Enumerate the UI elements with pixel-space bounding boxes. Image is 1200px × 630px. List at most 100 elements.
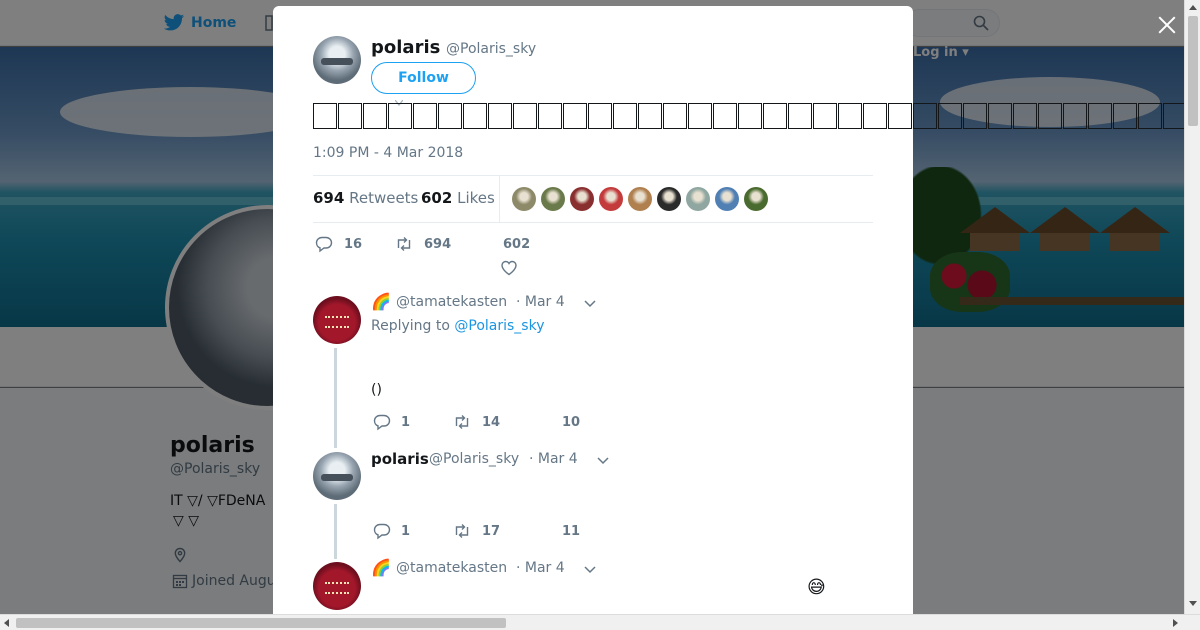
missing-glyph-box: [438, 102, 462, 129]
missing-glyph-box: [713, 102, 737, 129]
scroll-left-arrow-icon[interactable]: [4, 619, 9, 627]
like-count: 10: [562, 415, 581, 430]
liker-avatar[interactable]: [599, 187, 623, 211]
missing-glyph-box: [663, 102, 687, 129]
missing-glyph-box: [788, 102, 812, 129]
missing-glyph-box: [913, 102, 937, 129]
reply-author-emoji[interactable]: 🌈: [371, 292, 391, 311]
liker-avatar[interactable]: [541, 187, 565, 211]
retweet-icon[interactable]: [453, 522, 471, 540]
missing-glyph-box: [1013, 102, 1037, 129]
missing-glyph-box: [338, 102, 362, 129]
reply-count: 16: [344, 237, 363, 252]
reply-icon[interactable]: [373, 522, 391, 540]
tweet-actions: [315, 235, 333, 253]
retweet-icon[interactable]: [395, 235, 413, 253]
missing-glyph-box: [563, 102, 587, 129]
reply-time[interactable]: · Mar 4: [529, 451, 578, 467]
tweet-stats: 694 Retweets 602 Likes: [313, 175, 873, 223]
tweet-permalink-modal: polaris @Polaris_sky Follow 1:09 PM - 4 …: [273, 6, 1187, 614]
scroll-right-arrow-icon[interactable]: [1173, 619, 1178, 627]
missing-glyph-box: [638, 102, 662, 129]
missing-glyph-box: [463, 102, 487, 129]
liker-avatar[interactable]: [715, 187, 739, 211]
horizontal-scrollbar[interactable]: [0, 614, 1200, 630]
author-name[interactable]: polaris: [371, 37, 440, 58]
missing-glyph-box: [588, 102, 612, 129]
missing-glyph-box: [888, 102, 912, 129]
missing-glyph-box: [938, 102, 962, 129]
heart-icon[interactable]: [500, 259, 518, 277]
reply-author-handle[interactable]: @tamatekasten: [396, 560, 507, 576]
tweet-text: [313, 100, 1188, 130]
missing-glyph-box: [1113, 102, 1137, 129]
liker-avatar[interactable]: [570, 187, 594, 211]
reply-text: (): [371, 382, 382, 398]
scroll-down-arrow-icon[interactable]: [1189, 601, 1197, 606]
chevron-down-icon[interactable]: [584, 566, 596, 574]
missing-glyph-box: [1038, 102, 1062, 129]
reply-count: 1: [401, 415, 411, 430]
close-icon[interactable]: [1155, 13, 1179, 37]
retweets-stat[interactable]: 694 Retweets: [313, 189, 418, 207]
vertical-scrollbar[interactable]: [1184, 0, 1200, 614]
missing-glyph-box: [838, 102, 862, 129]
reply-author-handle[interactable]: @tamatekasten: [396, 294, 507, 310]
vertical-scrollbar-thumb[interactable]: [1188, 16, 1198, 126]
missing-glyph-box: [763, 102, 787, 129]
author-handle[interactable]: @Polaris_sky: [446, 41, 536, 57]
missing-glyph-box: [963, 102, 987, 129]
liker-avatar[interactable]: [628, 187, 652, 211]
scroll-up-arrow-icon[interactable]: [1189, 5, 1197, 10]
missing-glyph-box: [388, 102, 412, 129]
author-avatar[interactable]: [313, 36, 361, 84]
reply-author-name[interactable]: polaris: [371, 450, 429, 468]
missing-glyph-box: [1063, 102, 1087, 129]
reply-icon[interactable]: [315, 235, 333, 253]
missing-glyph-box: [363, 102, 387, 129]
missing-glyph-box: [313, 102, 337, 129]
liker-avatar[interactable]: [686, 187, 710, 211]
missing-glyph-box: [1088, 102, 1112, 129]
like-count: 602: [503, 237, 531, 252]
reply-time[interactable]: · Mar 4: [516, 560, 565, 576]
liker-avatar[interactable]: [657, 187, 681, 211]
missing-glyph-box: [863, 102, 887, 129]
liker-avatar[interactable]: [744, 187, 768, 211]
emoji-sweat-smile: 😅: [807, 577, 826, 598]
conversation-thread-line: [334, 348, 337, 448]
missing-glyph-box: [688, 102, 712, 129]
missing-glyph-box: [513, 102, 537, 129]
replying-to-link[interactable]: @Polaris_sky: [454, 318, 544, 334]
reply-avatar[interactable]: [313, 562, 361, 610]
reply-author-emoji[interactable]: 🌈: [371, 558, 391, 577]
reply-time[interactable]: · Mar 4: [516, 294, 565, 310]
missing-glyph-box: [988, 102, 1012, 129]
replying-to: Replying to @Polaris_sky: [371, 318, 545, 334]
like-count: 11: [562, 524, 581, 539]
follow-button[interactable]: Follow: [371, 62, 476, 94]
reply-avatar[interactable]: [313, 296, 361, 344]
liker-avatar[interactable]: [512, 187, 536, 211]
reply-icon[interactable]: [373, 413, 391, 431]
retweet-icon[interactable]: [453, 413, 471, 431]
reply-count: 1: [401, 524, 411, 539]
reply-author-handle[interactable]: @Polaris_sky: [429, 451, 519, 467]
missing-glyph-box: [738, 102, 762, 129]
horizontal-scrollbar-thumb[interactable]: [16, 618, 506, 628]
missing-glyph-box: [538, 102, 562, 129]
chevron-down-icon[interactable]: [584, 300, 596, 308]
missing-glyph-box: [488, 102, 512, 129]
likes-stat[interactable]: 602 Likes: [421, 189, 495, 207]
missing-glyph-box: [413, 102, 437, 129]
retweet-count: 14: [482, 415, 501, 430]
retweet-count: 694: [424, 237, 452, 252]
reply-avatar[interactable]: [313, 452, 361, 500]
retweet-count: 17: [482, 524, 501, 539]
conversation-thread-line: [334, 504, 337, 559]
stats-divider: [499, 176, 500, 222]
tweet-timestamp[interactable]: 1:09 PM - 4 Mar 2018: [313, 145, 463, 161]
missing-glyph-box: [613, 102, 637, 129]
chevron-down-icon[interactable]: [597, 457, 609, 465]
missing-glyph-box: [1138, 102, 1162, 129]
